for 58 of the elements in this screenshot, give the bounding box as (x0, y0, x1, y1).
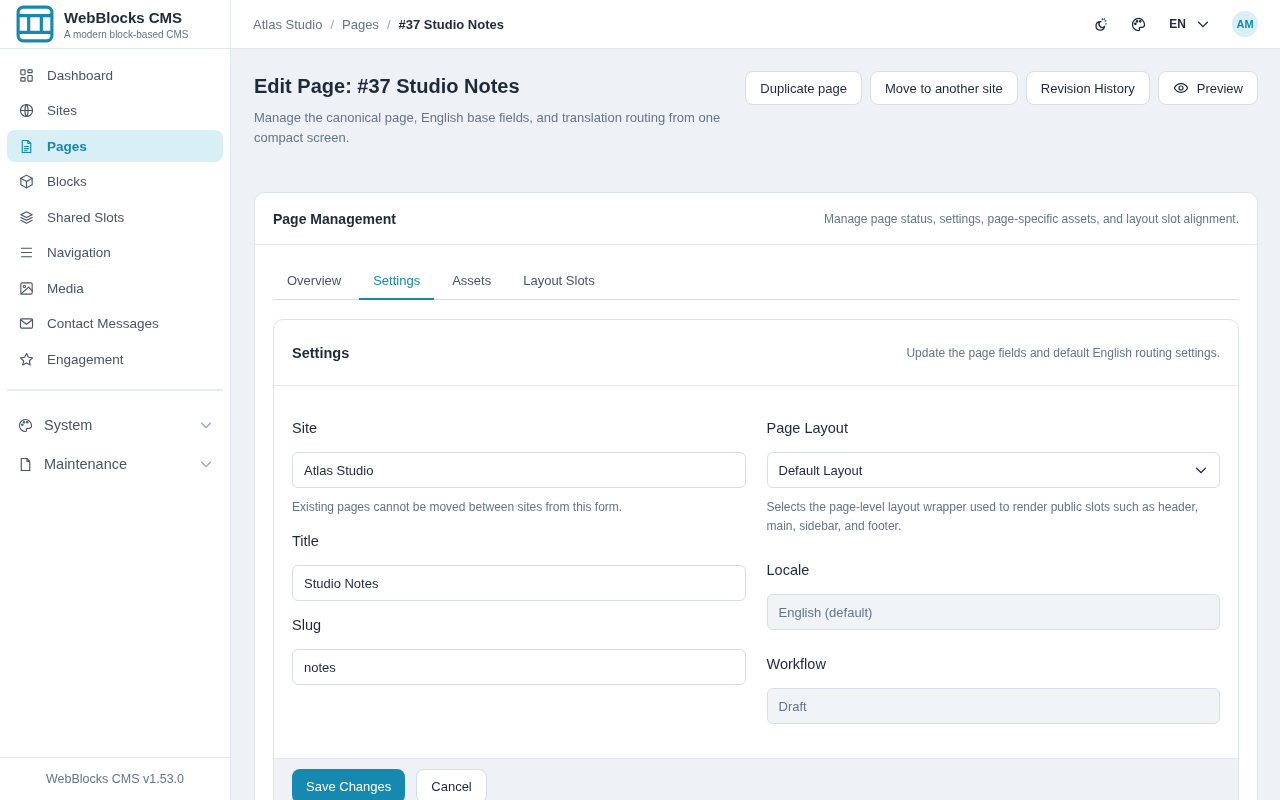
palette-icon[interactable] (1130, 15, 1148, 33)
sidebar-item[interactable]: Shared Slots (7, 201, 223, 233)
breadcrumb-separator: / (330, 16, 334, 32)
language-selector[interactable]: EN (1169, 17, 1210, 31)
field-label: Page Layout (766, 420, 849, 436)
tab[interactable]: Layout Slots (509, 264, 609, 300)
panel-description: Update the page fields and default English routing settings. (906, 345, 1220, 360)
envelope-icon (18, 315, 35, 332)
field-label: Slug (292, 617, 323, 633)
field-label: Locale (766, 562, 811, 578)
card-title: Page Management (273, 210, 396, 227)
palette-icon (17, 416, 34, 434)
breadcrumb-link[interactable]: #37 Studio Notes (398, 16, 504, 32)
brand-name: WebBlocks CMS (64, 8, 184, 26)
sidebar-item[interactable]: Media (7, 272, 223, 304)
action-button[interactable]: Revision History (1025, 71, 1150, 105)
input-field[interactable]: Atlas Studio (292, 452, 746, 488)
sidebar-item[interactable]: Contact Messages (7, 307, 223, 340)
help-text: Existing pages cannot be moved between sites from this form. (292, 499, 624, 516)
preview-button[interactable]: Preview (1157, 71, 1258, 105)
eye-icon (1172, 80, 1189, 96)
tab[interactable]: Overview (273, 264, 356, 300)
input-field[interactable]: Studio Notes (292, 565, 746, 601)
breadcrumb-link[interactable]: Pages (342, 16, 379, 32)
action-button[interactable]: Move to another site (870, 71, 1018, 105)
sidebar-item[interactable]: Navigation (7, 236, 223, 269)
tab[interactable]: Settings (359, 264, 435, 300)
panel-title: Settings (292, 344, 350, 361)
logo-icon (16, 5, 54, 43)
tab[interactable]: Assets (438, 264, 506, 300)
sidebar-group[interactable]: Maintenance (7, 448, 223, 480)
layers-icon (18, 208, 35, 226)
breadcrumb-separator: / (386, 16, 391, 32)
brand-tagline: A modern block-based CMS (64, 28, 189, 40)
sidebar-item[interactable]: Engagement (7, 343, 223, 375)
select-field[interactable]: Default Layout (766, 452, 1220, 488)
breadcrumb-link[interactable]: Atlas Studio (253, 16, 323, 32)
sidebar-item[interactable]: Dashboard (7, 59, 223, 91)
sidebar-group[interactable]: System (7, 409, 223, 441)
action-button[interactable]: Duplicate page (745, 71, 863, 105)
field-label: Site (292, 420, 318, 436)
card-description: Manage page status, settings, page-specific assets, and layout slot alignment. (824, 211, 1239, 226)
page-title: Edit Page: #37 Studio Notes (254, 75, 521, 98)
page-subtitle: Manage the canonical page, English base fields, and translation routing from one compact screen. (254, 109, 722, 147)
cancel-button[interactable]: Cancel (416, 769, 487, 800)
field-label: Workflow (766, 656, 827, 672)
dashboard-icon (18, 66, 35, 84)
sidebar-item[interactable]: Blocks (7, 165, 223, 198)
save-button[interactable]: Save Changes (292, 769, 406, 800)
cube-icon (18, 173, 35, 190)
input-field[interactable]: notes (292, 649, 746, 685)
help-text: Selects the page-level layout wrapper used to render public slots such as header, main, sidebar, and footer. (766, 499, 1200, 535)
star-icon (18, 350, 35, 368)
sidebar-item[interactable]: Sites (7, 94, 223, 127)
field-label: Title (292, 533, 320, 549)
globe-icon (18, 102, 35, 119)
version-text: WebBlocks CMS v1.53.0 (0, 757, 230, 800)
image-icon (18, 279, 35, 297)
